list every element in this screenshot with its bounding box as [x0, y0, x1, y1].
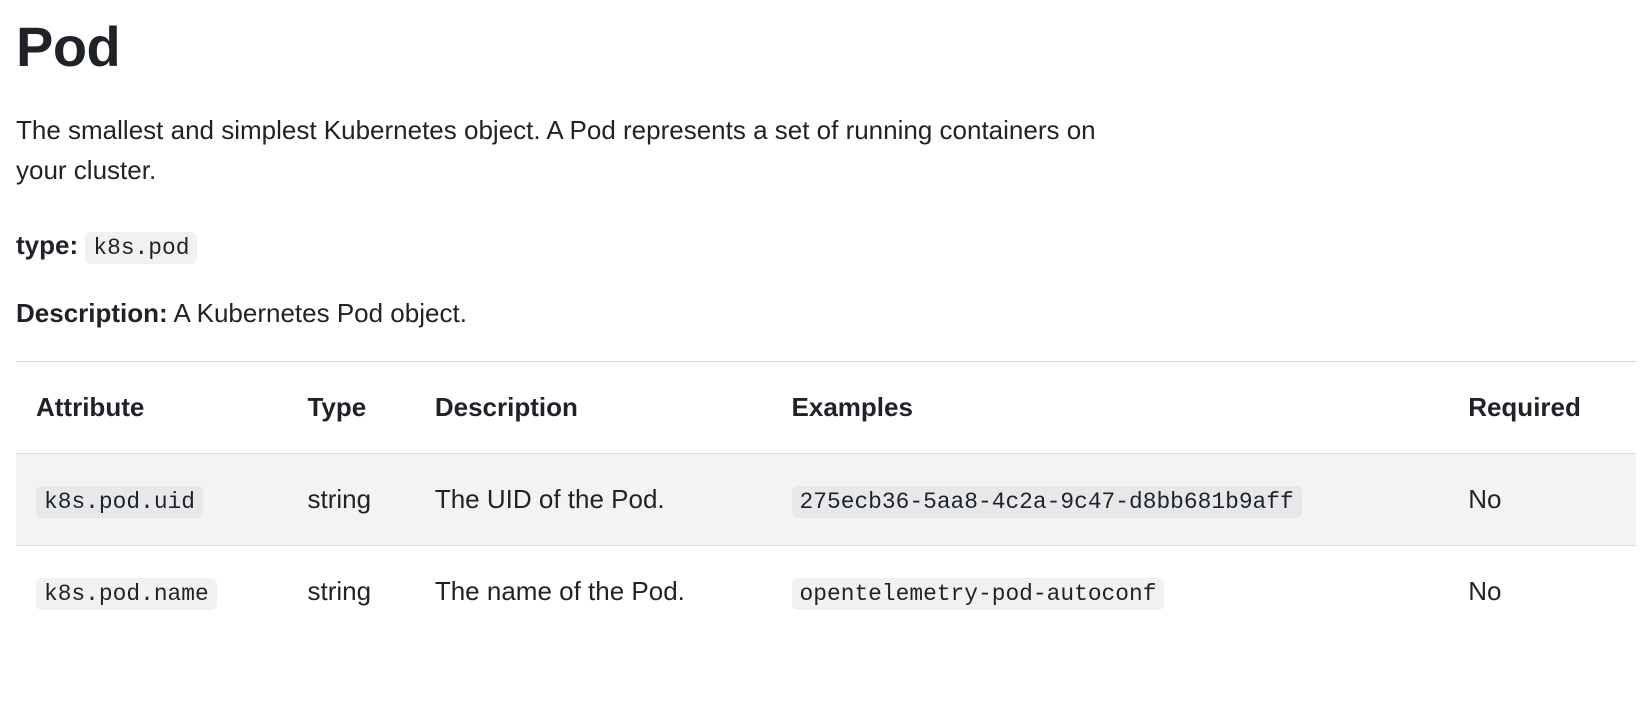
type-value: k8s.pod — [85, 232, 197, 264]
cell-attribute: k8s.pod.uid — [16, 453, 287, 545]
document-container: Pod The smallest and simplest Kubernetes… — [16, 16, 1636, 637]
header-examples: Examples — [772, 362, 1449, 454]
cell-examples: opentelemetry-pod-autoconf — [772, 545, 1449, 637]
page-title: Pod — [16, 16, 1636, 78]
header-description: Description — [415, 362, 772, 454]
description-value: A Kubernetes Pod object. — [173, 298, 466, 328]
type-label: type: — [16, 230, 78, 260]
example-code: 275ecb36-5aa8-4c2a-9c47-d8bb681b9aff — [792, 486, 1302, 518]
table-row: k8s.pod.uid string The UID of the Pod. 2… — [16, 453, 1636, 545]
cell-description: The name of the Pod. — [415, 545, 772, 637]
attributes-table: Attribute Type Description Examples Requ… — [16, 362, 1636, 638]
cell-type: string — [287, 453, 414, 545]
attribute-code: k8s.pod.name — [36, 578, 217, 610]
type-line: type: k8s.pod — [16, 226, 1636, 265]
example-code: opentelemetry-pod-autoconf — [792, 578, 1165, 610]
description-label: Description: — [16, 298, 168, 328]
header-type: Type — [287, 362, 414, 454]
cell-required: No — [1448, 545, 1636, 637]
cell-examples: 275ecb36-5aa8-4c2a-9c47-d8bb681b9aff — [772, 453, 1449, 545]
header-required: Required — [1448, 362, 1636, 454]
description-line: Description: A Kubernetes Pod object. — [16, 294, 1636, 333]
header-attribute: Attribute — [16, 362, 287, 454]
cell-description: The UID of the Pod. — [415, 453, 772, 545]
cell-required: No — [1448, 453, 1636, 545]
attribute-code: k8s.pod.uid — [36, 486, 203, 518]
table-row: k8s.pod.name string The name of the Pod.… — [16, 545, 1636, 637]
cell-type: string — [287, 545, 414, 637]
table-header-row: Attribute Type Description Examples Requ… — [16, 362, 1636, 454]
intro-paragraph: The smallest and simplest Kubernetes obj… — [16, 110, 1116, 191]
cell-attribute: k8s.pod.name — [16, 545, 287, 637]
